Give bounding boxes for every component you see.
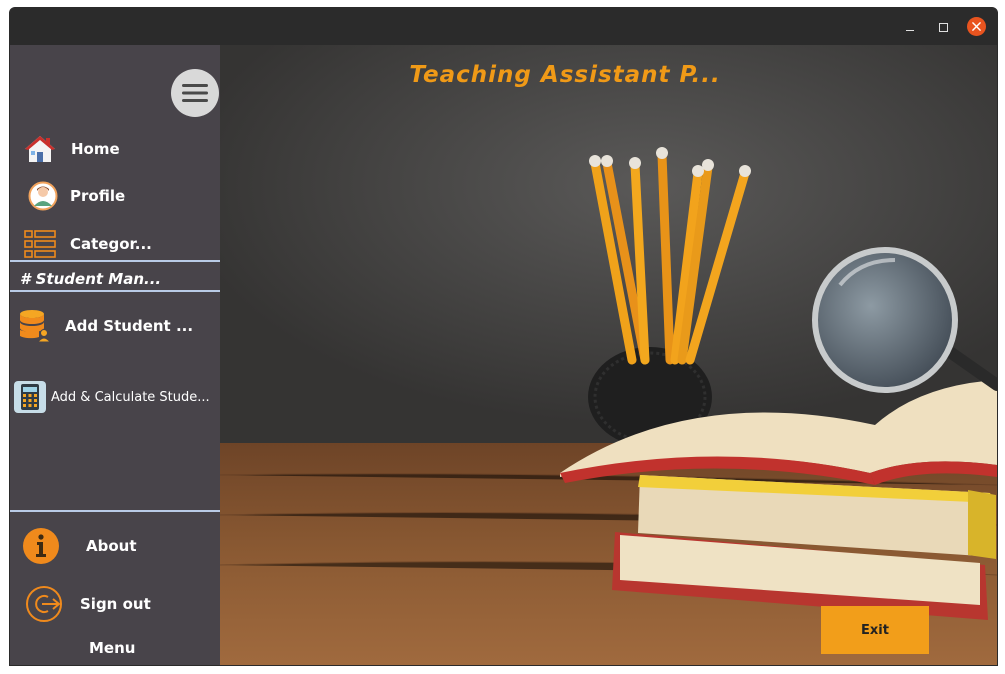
hamburger-icon (182, 84, 208, 102)
divider (10, 290, 220, 292)
info-icon (22, 527, 60, 565)
desk-books-pencils-background-image (220, 45, 997, 665)
sidebar-item-label: About (86, 537, 137, 555)
menu-toggle-button[interactable] (171, 69, 219, 117)
app-window: Home Profile Categor... # Student Man...… (9, 7, 998, 666)
sidebar-item-home[interactable]: Home (24, 134, 120, 164)
sidebar-item-add-calculate-students[interactable]: Add & Calculate Stude... (13, 380, 210, 414)
exit-button[interactable]: Exit (821, 606, 929, 654)
section-heading-student-management: # Student Man... (20, 270, 162, 288)
sidebar-item-label: Home (71, 140, 120, 158)
list-icon (24, 230, 56, 258)
sidebar-item-label: Sign out (80, 595, 151, 613)
minimize-icon[interactable] (900, 17, 920, 37)
sign-out-icon (24, 584, 66, 624)
sidebar-item-categories[interactable]: Categor... (24, 230, 152, 258)
sidebar-item-label: Add & Calculate Stude... (51, 389, 210, 405)
close-icon[interactable] (967, 17, 986, 36)
sidebar-item-profile[interactable]: Profile (28, 181, 125, 211)
sidebar-item-label: Add Student ... (65, 317, 194, 335)
maximize-icon[interactable] (933, 17, 953, 37)
calculator-icon (13, 380, 47, 414)
sidebar-item-label: Profile (70, 187, 126, 205)
home-icon (24, 134, 56, 164)
divider (10, 510, 220, 512)
sidebar-item-sign-out[interactable]: Sign out (24, 584, 151, 624)
divider (10, 260, 220, 262)
main-content: Teaching Assistant P... Exit (220, 45, 997, 665)
profile-icon (28, 181, 58, 211)
sidebar-item-about[interactable]: About (22, 527, 137, 565)
page-title: Teaching Assistant P... (409, 62, 721, 88)
title-bar[interactable] (10, 8, 997, 45)
sidebar-item-add-student[interactable]: Add Student ... (19, 309, 193, 343)
sidebar-item-label: Categor... (70, 235, 152, 253)
sidebar-menu: Home Profile Categor... # Student Man...… (10, 45, 220, 665)
database-user-icon (19, 309, 51, 343)
menu-label: Menu (89, 639, 136, 657)
